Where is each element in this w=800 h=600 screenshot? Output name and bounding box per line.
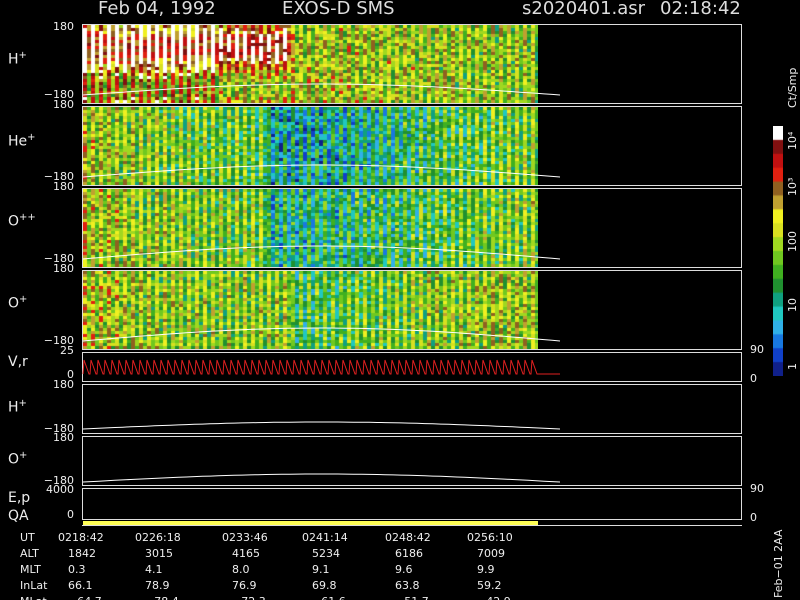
- orbit-cell: 7009: [477, 547, 505, 560]
- orbit-cell: 9.6: [395, 563, 413, 576]
- colorbar-label-1e3: 10³: [786, 177, 799, 196]
- orbit-row-name: ALT: [20, 547, 39, 560]
- orbit-cell: 59.2: [477, 579, 502, 592]
- orbit-cell: 0256:10: [467, 531, 513, 544]
- orbit-cell: 63.8: [395, 579, 420, 592]
- orbit-cell: 69.8: [312, 579, 337, 592]
- pitch-line-hplus2: [82, 421, 561, 430]
- pitch-trace-oplus: [82, 327, 561, 342]
- orbit-cell: 1842: [68, 547, 96, 560]
- orbit-cell: −42.9: [477, 595, 511, 600]
- orbit-cell: 0226:18: [135, 531, 181, 544]
- orbit-cell: −64.7: [68, 595, 102, 600]
- orbit-cell: 0218:42: [58, 531, 104, 544]
- trace-overlay: [82, 83, 561, 483]
- orbit-cell: 0.3: [68, 563, 86, 576]
- orbit-cell: −78.4: [145, 595, 179, 600]
- orbit-cell: −72.3: [232, 595, 266, 600]
- orbit-row-name: MLT: [20, 563, 41, 576]
- orbit-cell: 78.9: [145, 579, 170, 592]
- orbit-cell: 76.9: [232, 579, 257, 592]
- orbit-row-name: UT: [20, 531, 35, 544]
- colorbar: [773, 126, 783, 376]
- orbit-cell: 4165: [232, 547, 260, 560]
- orbit-row-name: InLat: [20, 579, 48, 592]
- colorbar-label-1e4: 10⁴: [786, 131, 799, 150]
- orbit-cell: 3015: [145, 547, 173, 560]
- footer-stamp: Feb−01 2AA: [772, 529, 785, 598]
- colorbar-label-10: 10: [786, 298, 799, 312]
- orbit-cell: 0241:14: [302, 531, 348, 544]
- pitch-line-oplus2: [82, 473, 561, 483]
- pitch-trace-hplus: [82, 83, 561, 96]
- orbit-cell: 4.1: [145, 563, 163, 576]
- colorbar-label-100: 100: [786, 231, 799, 252]
- pitch-trace-oplusplus: [82, 245, 561, 260]
- orbit-cell: −51.7: [395, 595, 429, 600]
- orbit-cell: 9.1: [312, 563, 330, 576]
- orbit-row-name: MLat: [20, 595, 47, 600]
- orbit-cell: −61.6: [312, 595, 346, 600]
- orbit-cell: 6186: [395, 547, 423, 560]
- orbit-cell: 5234: [312, 547, 340, 560]
- orbit-cell: 0233:46: [222, 531, 268, 544]
- orbit-cell: 66.1: [68, 579, 93, 592]
- vr-trace: [82, 359, 560, 375]
- colorbar-label-1: 1: [786, 363, 799, 370]
- pitch-trace-heplus: [82, 164, 561, 178]
- orbit-cell: 8.0: [232, 563, 250, 576]
- orbit-cell: 0248:42: [385, 531, 431, 544]
- colorbar-unit: Ct/Smp: [786, 67, 799, 108]
- exos-d-sms-plot: { "header": { "date": "Feb 04, 1992", "i…: [0, 0, 800, 600]
- orbit-cell: 9.9: [477, 563, 495, 576]
